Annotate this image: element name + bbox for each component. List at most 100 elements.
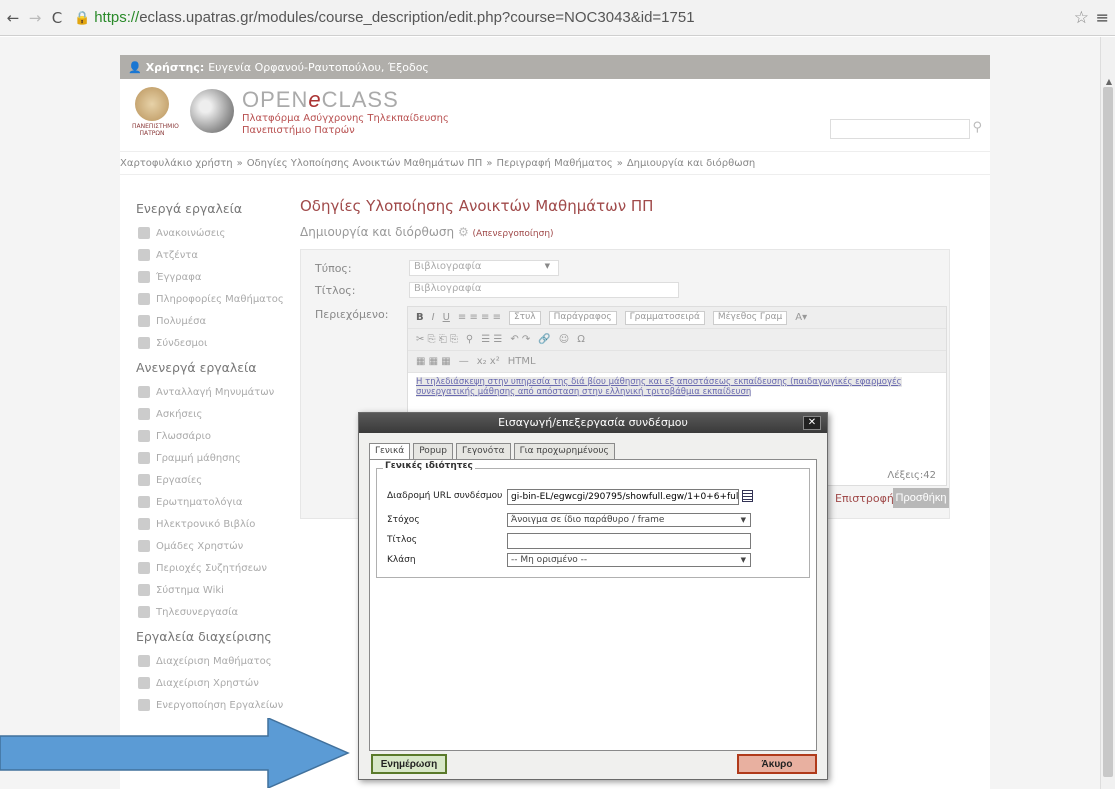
tab-general[interactable]: Γενικά: [369, 443, 411, 459]
sidebar-item-documents[interactable]: Έγγραφα: [132, 266, 288, 288]
link-icon[interactable]: 🔗: [538, 334, 550, 345]
size-select[interactable]: Μέγεθος Γραμ: [712, 310, 788, 325]
italic-icon[interactable]: I: [432, 312, 435, 323]
sidebar-item-messages[interactable]: Ανταλλαγή Μηνυμάτων: [132, 381, 288, 403]
dialog-title-bar[interactable]: Εισαγωγή/επεξεργασία συνδέσμου ✕: [359, 413, 827, 433]
eclass-logo-icon: [190, 89, 234, 133]
sidebar-item-user-admin[interactable]: Διαχείριση Χρηστών: [132, 672, 288, 694]
url-input[interactable]: gi-bin-EL/egwcgi/290795/showfull.egw/1+0…: [507, 489, 739, 505]
hr-icon[interactable]: —: [459, 356, 469, 367]
undo-redo-icons[interactable]: ↶ ↷: [510, 334, 530, 345]
html-icon[interactable]: HTML: [508, 356, 536, 367]
wiki-icon: [138, 584, 150, 596]
lock-icon: 🔒: [74, 9, 91, 25]
wrench-icon: [138, 699, 150, 711]
back-link[interactable]: Επιστροφή: [835, 492, 894, 505]
bold-icon[interactable]: B: [416, 312, 424, 323]
sidebar-item-tool-activation[interactable]: Ενεργοποίηση Εργαλείων: [132, 694, 288, 716]
format-select[interactable]: Παράγραφος: [548, 310, 617, 325]
tab-advanced[interactable]: Για προχωρημένους: [513, 443, 615, 459]
close-icon[interactable]: ✕: [803, 416, 821, 430]
link-title-input[interactable]: [507, 533, 751, 549]
calendar-icon: [138, 249, 150, 261]
sidebar-item-multimedia[interactable]: Πολυμέσα: [132, 310, 288, 332]
style-select[interactable]: Στυλ: [508, 310, 541, 325]
editor-content[interactable]: Η τηλεδιάσκεψη στην υπηρεσία της διά βίο…: [408, 373, 946, 401]
logout-link[interactable]: Έξοδος: [388, 61, 429, 74]
sidebar-item-ebook[interactable]: Ηλεκτρονικό Βιβλίο: [132, 513, 288, 535]
list-icons[interactable]: ☰ ☰: [481, 334, 502, 345]
sidebar-item-questionnaires[interactable]: Ερωτηματολόγια: [132, 491, 288, 513]
sidebar-item-forums[interactable]: Περιοχές Συζητήσεων: [132, 557, 288, 579]
sidebar-item-label: Περιοχές Συζητήσεων: [156, 562, 267, 574]
sidebar-item-course-admin[interactable]: Διαχείριση Μαθήματος: [132, 650, 288, 672]
bookmark-star-icon[interactable]: ☆: [1074, 8, 1089, 28]
scroll-up-icon[interactable]: ▲: [1106, 77, 1112, 86]
omega-icon[interactable]: Ω: [577, 334, 585, 345]
assignment-icon: [138, 474, 150, 486]
sidebar-item-label: Διαχείριση Χρηστών: [156, 677, 259, 689]
sidebar-item-label: Σύνδεσμοι: [156, 337, 208, 349]
reload-icon[interactable]: C: [48, 9, 66, 27]
table-icons[interactable]: ▦ ▦ ▦: [416, 356, 451, 367]
deactivate-icon[interactable]: ⚙: [458, 225, 469, 239]
sidebar-item-glossary[interactable]: Γλωσσάριο: [132, 425, 288, 447]
search-icon[interactable]: ⚲: [972, 120, 982, 135]
sidebar-item-links[interactable]: Σύνδεσμοι: [132, 332, 288, 354]
title-label: Τίτλος:: [315, 284, 356, 297]
submit-button[interactable]: Προσθήκη: [893, 488, 949, 508]
sidebar-item-wiki[interactable]: Σύστημα Wiki: [132, 579, 288, 601]
sidebar-item-announcements[interactable]: Ανακοινώσεις: [132, 222, 288, 244]
smiley-icon[interactable]: ☺: [559, 334, 569, 345]
header-search-input[interactable]: [830, 119, 970, 139]
find-icon[interactable]: ⚲: [466, 334, 473, 345]
page-scrollbar[interactable]: ▲: [1100, 37, 1115, 789]
forward-arrow-icon[interactable]: →: [26, 9, 44, 27]
breadcrumb-item[interactable]: Χαρτοφυλάκιο χρήστη: [120, 158, 233, 169]
title-input[interactable]: Βιβλιογραφία: [409, 282, 679, 298]
font-select[interactable]: Γραμματοσειρά: [624, 310, 705, 325]
tab-events[interactable]: Γεγονότα: [455, 443, 511, 459]
sidebar-item-assignments[interactable]: Εργασίες: [132, 469, 288, 491]
general-tab-panel: Γενικές ιδιότητες Διαδρομή URL συνδέσμου…: [369, 459, 817, 751]
sidebar-item-groups[interactable]: Ομάδες Χρηστών: [132, 535, 288, 557]
brand-open: OPEN: [242, 87, 309, 112]
breadcrumb-sep: »: [616, 157, 623, 169]
user-name: Ευγενία Ορφανού-Ραυτοπούλου,: [208, 60, 385, 74]
breadcrumb-item[interactable]: Οδηγίες Υλοποίησης Ανοικτών Μαθημάτων ΠΠ: [247, 158, 483, 169]
breadcrumb-item[interactable]: Περιγραφή Μαθήματος: [496, 158, 612, 169]
announcement-icon: [138, 227, 150, 239]
sidebar-item-learning-path[interactable]: Γραμμή μάθησης: [132, 447, 288, 469]
target-select[interactable]: Άνοιγμα σε ίδιο παράθυρο / frame: [507, 513, 751, 527]
address-bar[interactable]: 🔒 https://eclass.upatras.gr/modules/cour…: [74, 7, 1074, 29]
sidebar-item-teleconference[interactable]: Τηλεσυνεργασία: [132, 601, 288, 623]
university-logo[interactable]: ΠΑΝΕΠΙΣΤΗΜΙΟ ΠΑΤΡΩΝ: [132, 87, 179, 139]
class-select[interactable]: -- Μη ορισμένο --: [507, 553, 751, 567]
sidebar-item-label: Εργασίες: [156, 474, 203, 486]
align-icon[interactable]: ≡ ≡ ≡ ≡: [458, 312, 501, 323]
sidebar-heading: Ανενεργά εργαλεία: [136, 360, 257, 375]
url-protocol: https://: [94, 9, 140, 26]
update-button[interactable]: Ενημέρωση: [371, 754, 447, 774]
path-icon: [138, 452, 150, 464]
browse-list-icon[interactable]: [742, 490, 753, 502]
url-label: Διαδρομή URL συνδέσμου: [387, 491, 503, 501]
sidebar-item-course-info[interactable]: Πληροφορίες Μαθήματος: [132, 288, 288, 310]
underline-icon[interactable]: U: [443, 312, 450, 323]
type-select[interactable]: Βιβλιογραφία: [409, 260, 559, 276]
url-path: eclass.upatras.gr/modules/course_descrip…: [139, 9, 695, 26]
sidebar-item-agenda[interactable]: Ατζέντα: [132, 244, 288, 266]
subscript-icon[interactable]: x₂ x²: [477, 356, 500, 367]
deactivate-link[interactable]: (Απενεργοποίηση): [473, 229, 554, 239]
site-header: ΠΑΝΕΠΙΣΤΗΜΙΟ ΠΑΤΡΩΝ OPENeCLASS Πλατφόρμα…: [120, 79, 990, 151]
sidebar-item-exercises[interactable]: Ασκήσεις: [132, 403, 288, 425]
tab-popup[interactable]: Popup: [413, 443, 453, 459]
hamburger-menu-icon[interactable]: ≡: [1096, 8, 1109, 27]
cancel-button[interactable]: Άκυρο: [737, 754, 817, 774]
back-arrow-icon[interactable]: ←: [4, 9, 22, 27]
pointer-arrow-icon: [0, 718, 350, 788]
clipboard-icons[interactable]: ✂ ⎘ ⎗ ⎘: [416, 334, 458, 345]
scroll-thumb[interactable]: [1103, 87, 1113, 777]
text-color-icon[interactable]: A▾: [795, 312, 807, 323]
brand-subtitle-2: Πανεπιστήμιο Πατρών: [242, 125, 355, 136]
